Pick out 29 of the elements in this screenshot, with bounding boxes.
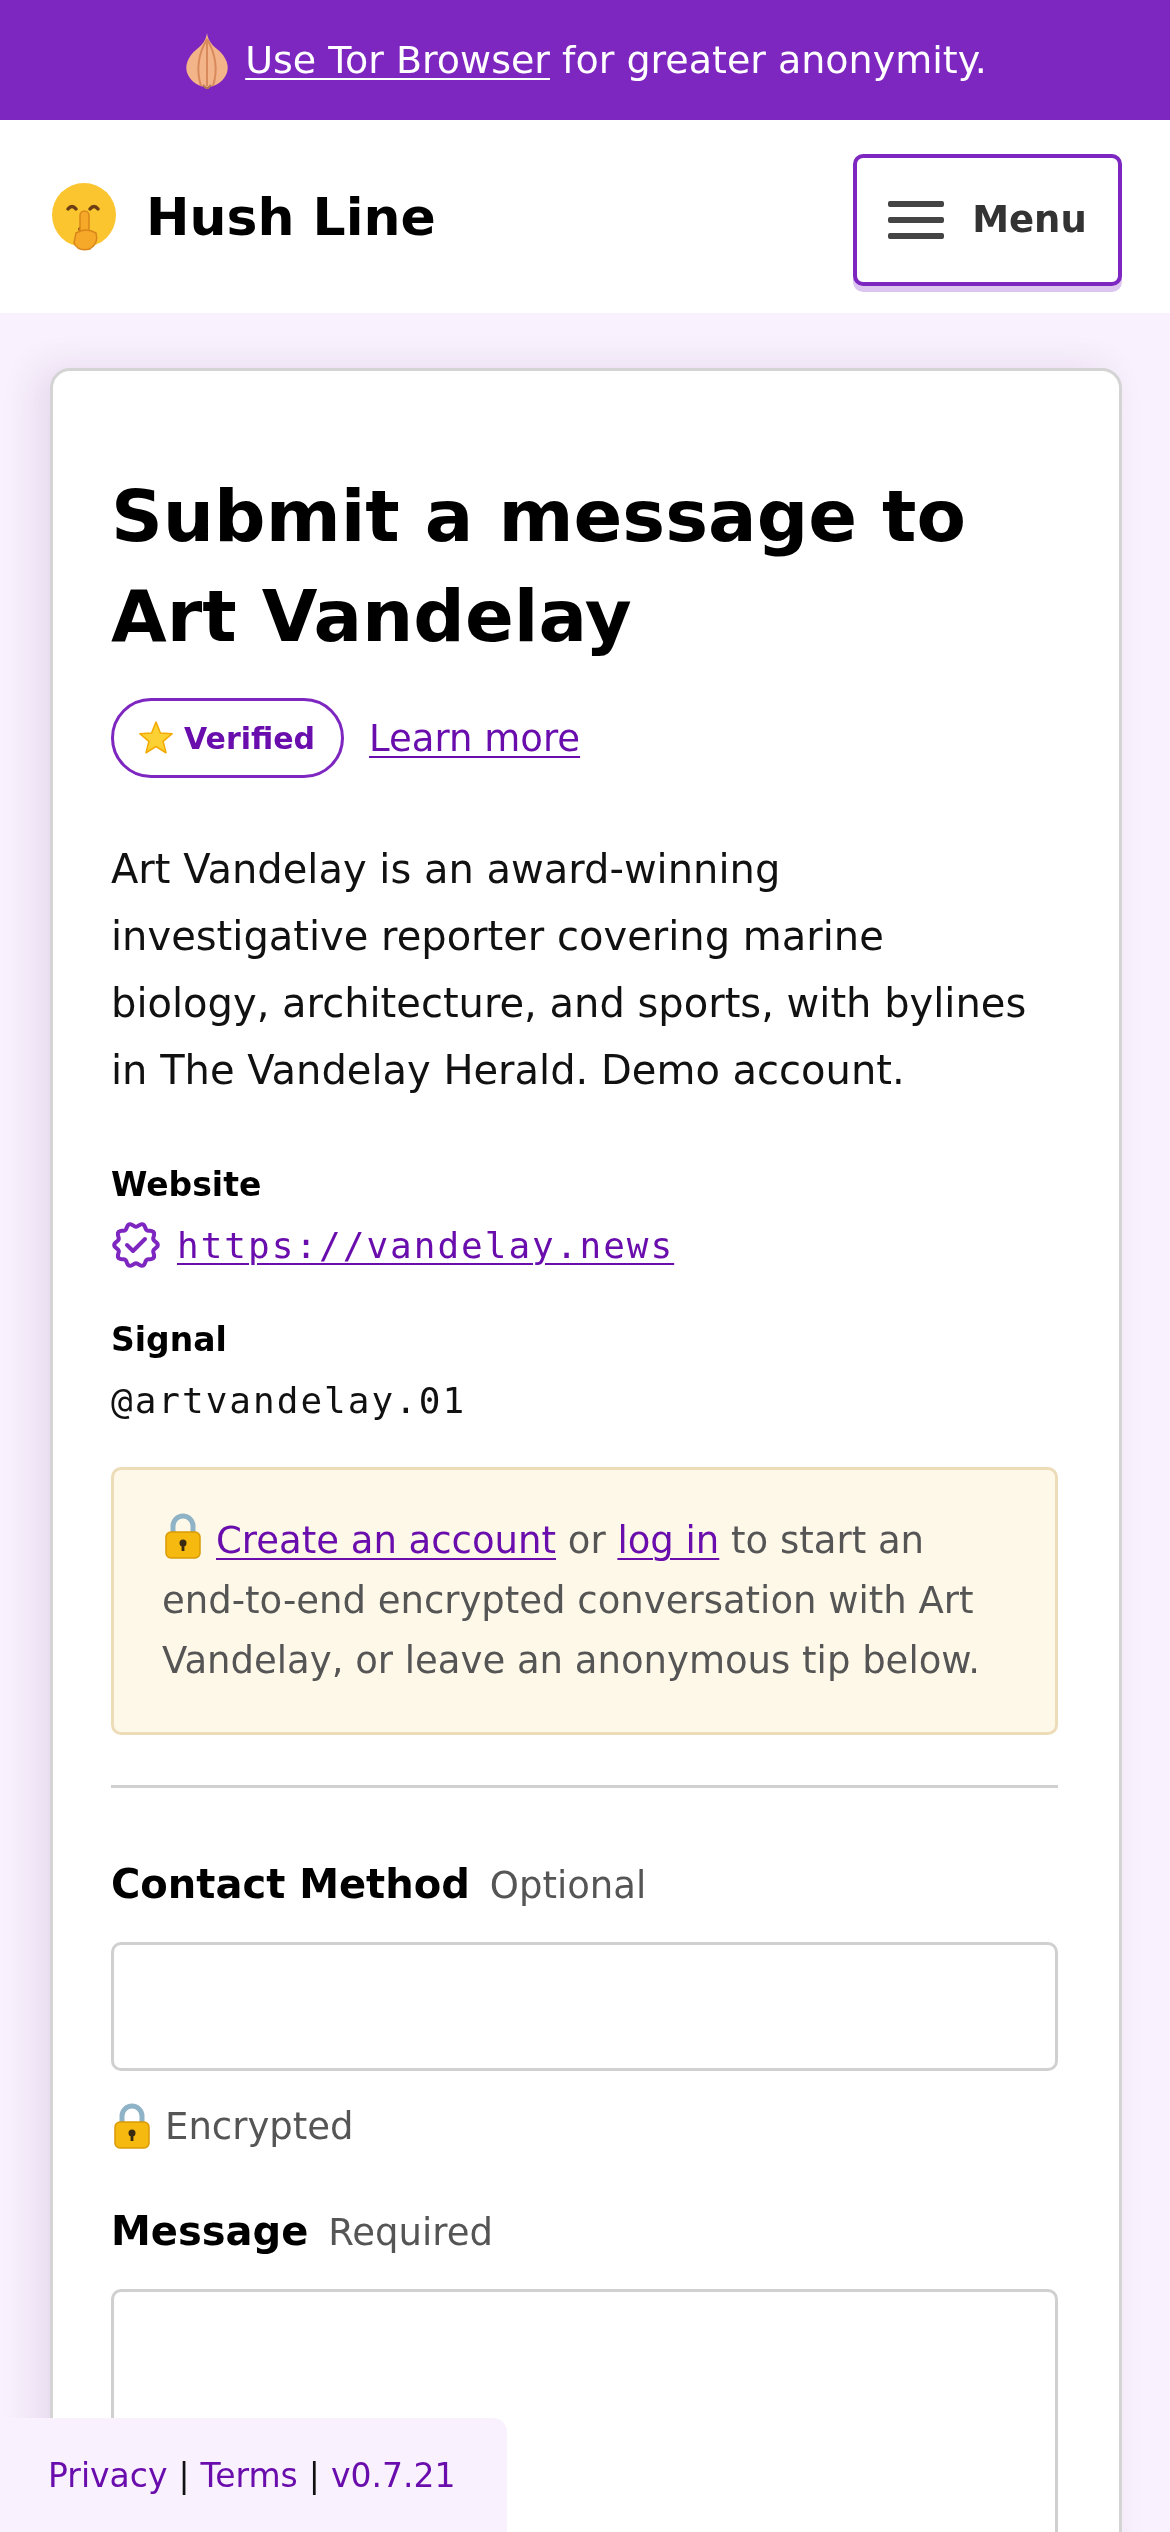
bio-text: Art Vandelay is an award-winning investigative reporter covering marine biology, architecture, and sports, with bylines in The Vandelay Herald. Demo account. bbox=[111, 845, 1028, 1095]
website-link[interactable]: https://vandelay.news bbox=[177, 1224, 675, 1266]
requirement-hint: Optional bbox=[489, 1864, 647, 1907]
field-label: Signal bbox=[111, 1319, 228, 1361]
field-label: Contact Method bbox=[111, 1860, 470, 1909]
input-field[interactable] bbox=[111, 1942, 1058, 2071]
learn-more-link[interactable]: Learn more bbox=[369, 716, 581, 760]
tor-browser-link[interactable]: Use Tor Browser bbox=[245, 38, 550, 82]
requirement-hint: Required bbox=[328, 2211, 493, 2254]
field-label: Website bbox=[111, 1164, 263, 1206]
padlock-icon bbox=[162, 1513, 204, 1559]
footer-link[interactable]: Terms bbox=[200, 2455, 298, 2495]
signal-username: @artvandelay.01 bbox=[111, 1379, 467, 1421]
footer-link[interactable]: Privacy bbox=[48, 2455, 168, 2495]
menu-icon bbox=[888, 200, 945, 239]
separator-text: | bbox=[178, 2455, 190, 2495]
site-name-link[interactable]: Hush Line bbox=[146, 184, 436, 249]
field-label: Message bbox=[111, 2207, 309, 2256]
page-title: Submit a message to Art Vandelay bbox=[111, 473, 967, 660]
separator-text: | bbox=[308, 2455, 320, 2495]
notice-text: Create an account or log in to start an end-to-end encrypted conversation with Art Vandelay, or leave an anonymous tip below. bbox=[162, 1511, 1007, 1691]
banner-text: Use Tor Browser for greater anonymity. bbox=[245, 37, 987, 84]
encryption-note: Encrypted bbox=[165, 2104, 354, 2148]
notice-link[interactable]: Create an account bbox=[216, 1519, 556, 1562]
notice-link[interactable]: log in bbox=[617, 1519, 720, 1562]
verified-badge: Verified bbox=[111, 698, 345, 778]
star-icon bbox=[138, 720, 174, 756]
footer-link[interactable]: v0.7.21 bbox=[330, 2455, 456, 2495]
padlock-icon bbox=[111, 2103, 153, 2149]
